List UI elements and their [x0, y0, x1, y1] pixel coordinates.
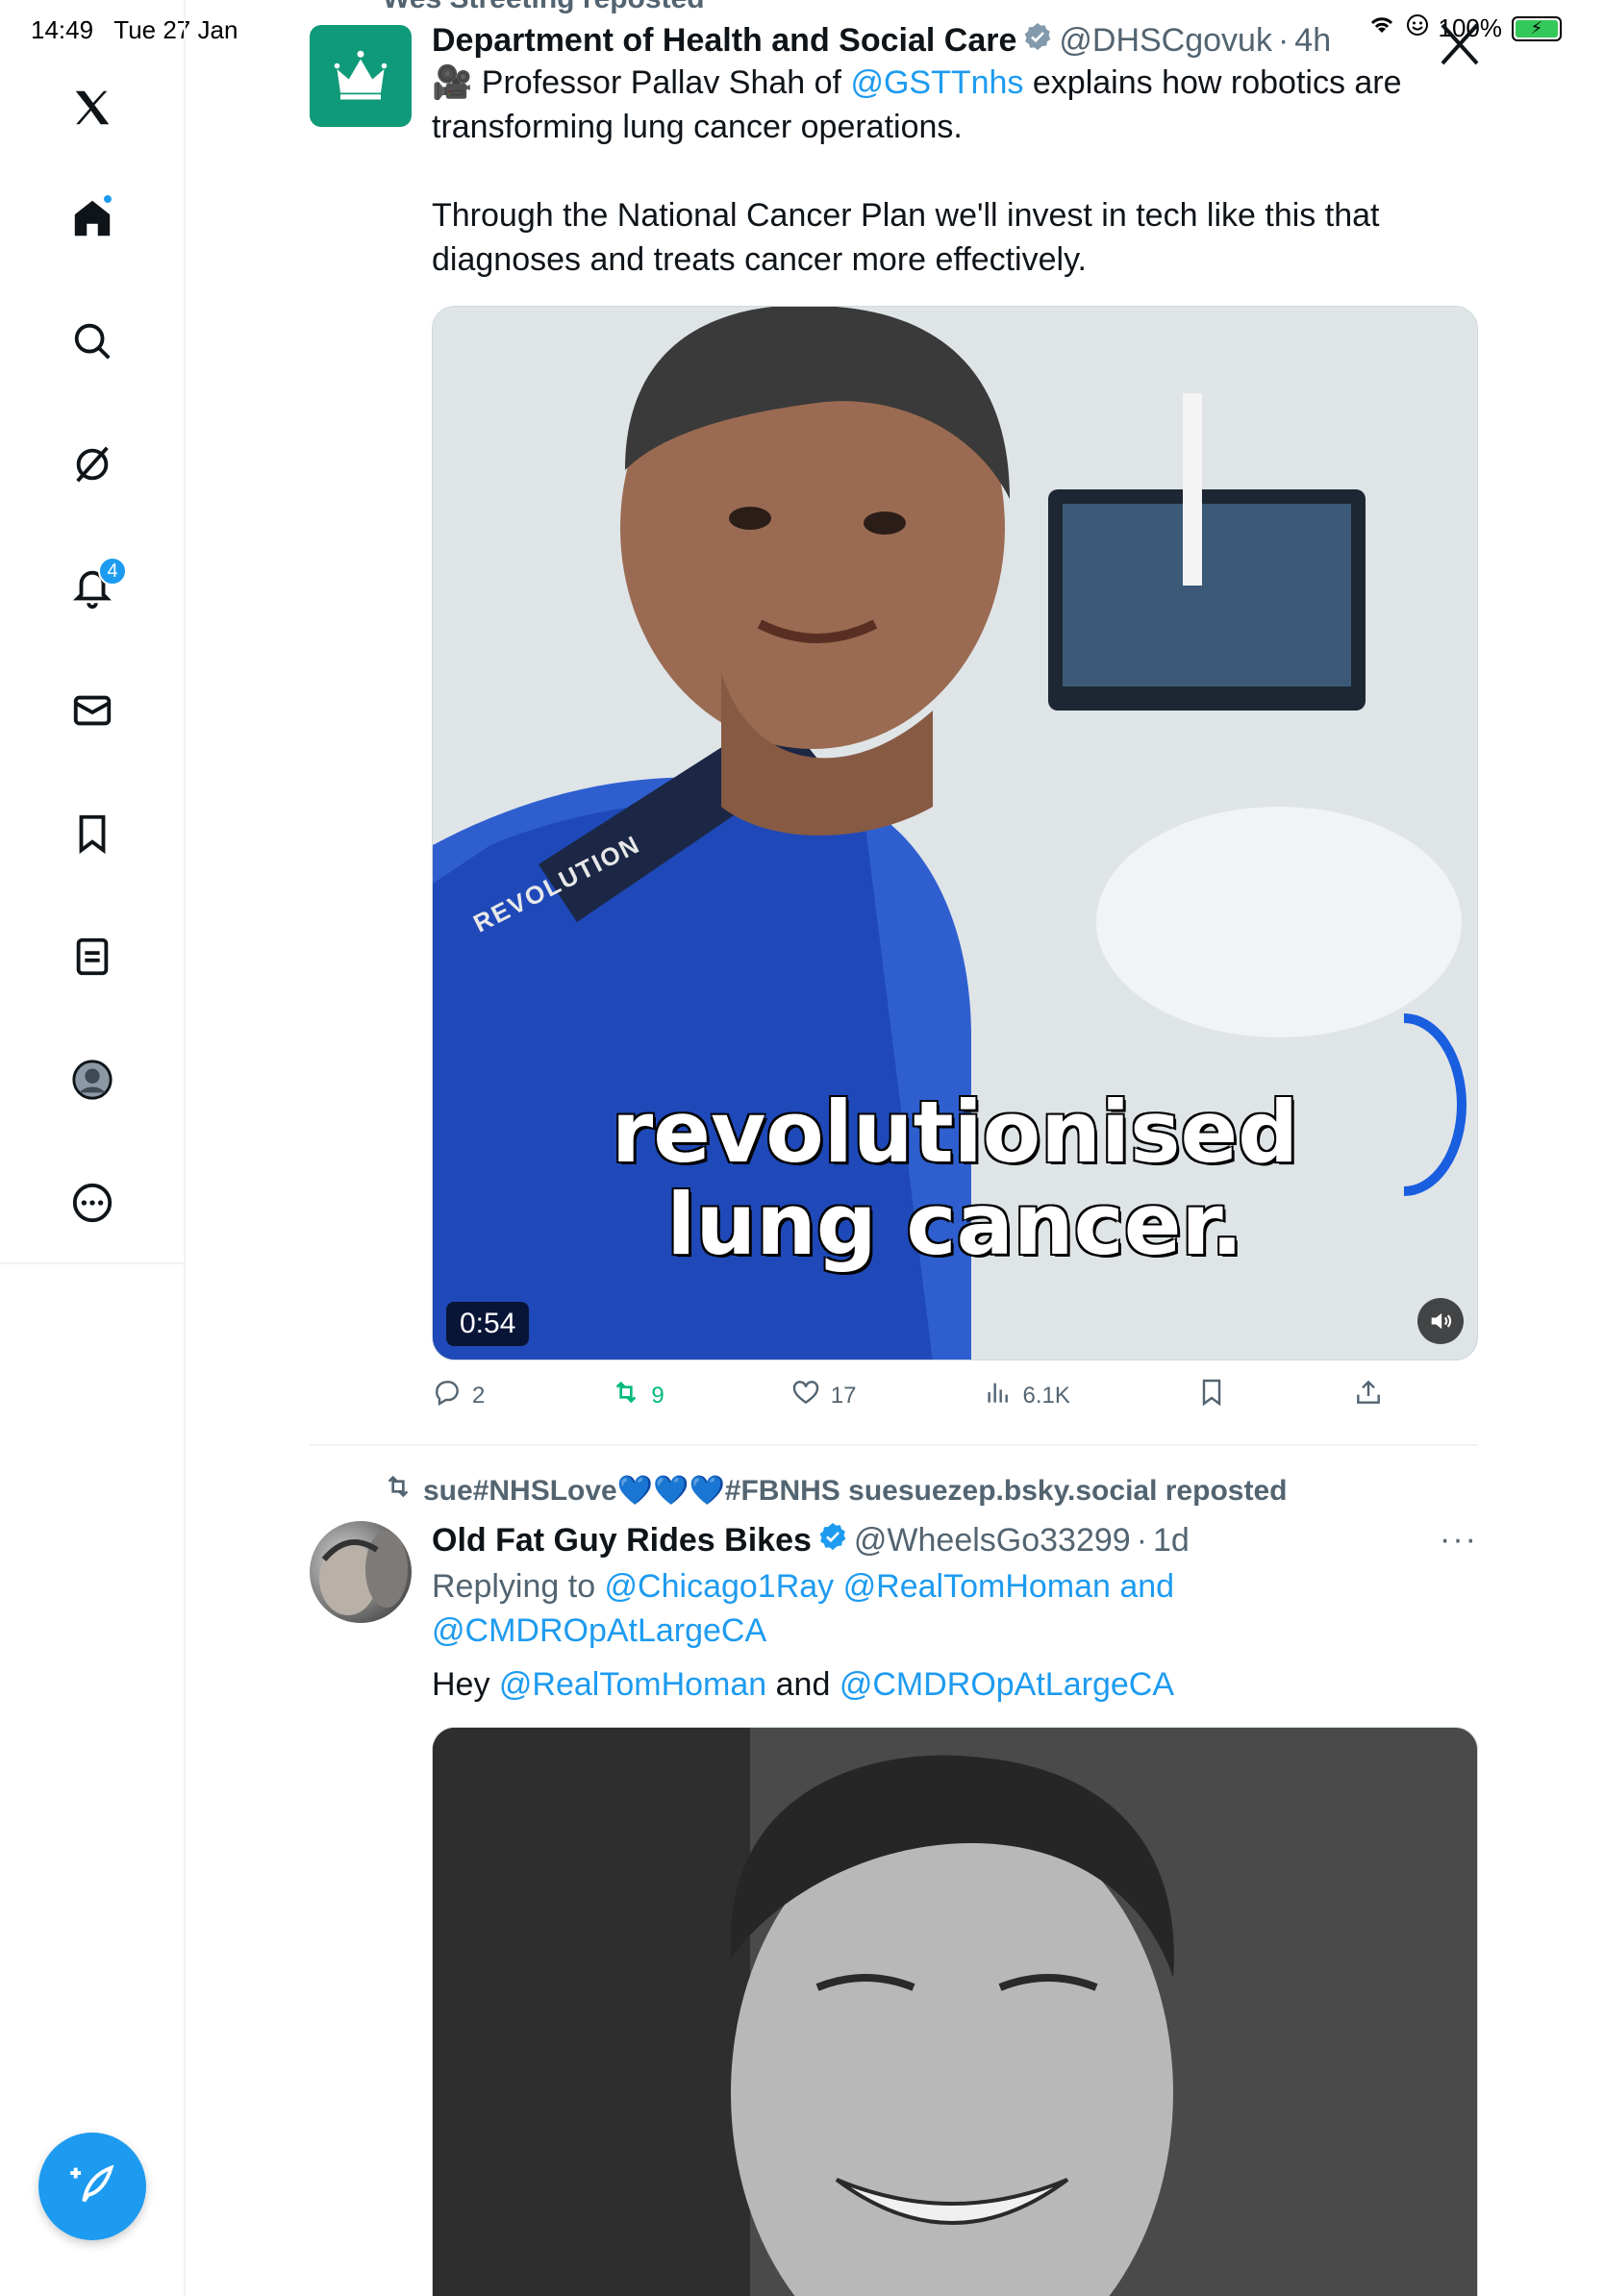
repost-button[interactable]: 9: [611, 1377, 664, 1414]
repost-context-label: Wes Streeting reposted: [383, 0, 705, 14]
home-icon[interactable]: [62, 187, 123, 249]
compose-button[interactable]: [38, 2133, 146, 2240]
repost-small-icon: [383, 1471, 414, 1510]
tweet-time[interactable]: 4h: [1294, 22, 1331, 60]
crown-icon: [334, 50, 388, 100]
avatar[interactable]: [310, 25, 412, 127]
verified-badge-icon: [1022, 21, 1053, 61]
tweet-media-image[interactable]: [432, 1727, 1478, 2296]
x-logo-icon[interactable]: [62, 77, 123, 138]
author-name[interactable]: Department of Health and Social Care: [432, 22, 1016, 60]
more-options-button[interactable]: ···: [1440, 1521, 1478, 1559]
video-caption-line2: lung cancer.: [666, 1175, 1243, 1274]
search-icon[interactable]: [62, 311, 123, 372]
mention-link[interactable]: @Chicago1Ray: [605, 1568, 835, 1605]
profile-icon[interactable]: [62, 1049, 123, 1111]
views-button[interactable]: 6.1K: [983, 1377, 1070, 1414]
author-name[interactable]: Old Fat Guy Rides Bikes: [432, 1522, 812, 1560]
sidebar-divider: [0, 1262, 186, 1264]
notifications-badge: 4: [98, 557, 127, 586]
views-count: 6.1K: [1022, 1382, 1070, 1409]
mention-link[interactable]: @CMDROpAtLargeCA: [840, 1666, 1174, 1703]
share-button[interactable]: [1353, 1377, 1384, 1414]
more-circle-icon[interactable]: [62, 1172, 123, 1234]
media-illustration: [433, 1728, 1477, 2296]
mention-link[interactable]: @RealTomHoman: [843, 1568, 1111, 1605]
lists-icon[interactable]: [62, 926, 123, 987]
like-button[interactable]: 17: [790, 1377, 857, 1414]
compose-icon: [67, 2159, 117, 2214]
replying-prefix: Replying to: [432, 1568, 605, 1605]
tweet-actions: 2 9 17 6.1K: [432, 1377, 1384, 1414]
replying-to: Replying to @Chicago1Ray @RealTomHoman a…: [432, 1564, 1478, 1653]
grok-icon[interactable]: [62, 434, 123, 495]
mail-icon[interactable]: [62, 680, 123, 741]
tweet-header: Department of Health and Social Care @DH…: [432, 21, 1478, 61]
volume-icon[interactable]: [1417, 1298, 1464, 1344]
tweet-header: Old Fat Guy Rides Bikes @WheelsGo33299 ·…: [432, 1521, 1478, 1560]
mention-link[interactable]: @GSTTnhs: [850, 64, 1023, 101]
tweet-separator: [310, 1444, 1478, 1446]
avatar[interactable]: [310, 1521, 412, 1623]
heart-icon: [790, 1377, 821, 1414]
views-icon: [983, 1377, 1014, 1414]
tweet-text-prefix: Hey: [432, 1666, 499, 1703]
tweet-body: Department of Health and Social Care @DH…: [432, 21, 1478, 282]
bookmark-button[interactable]: [1196, 1377, 1227, 1414]
avatar-photo: [319, 1531, 408, 1615]
like-count: 17: [830, 1382, 857, 1409]
video-camera-emoji: 🎥: [432, 64, 473, 101]
tweet-text-paragraph-2: Through the National Cancer Plan we'll i…: [432, 197, 1380, 278]
video-caption-line1: revolutionised: [611, 1083, 1299, 1182]
tweet-oldfatguy[interactable]: Old Fat Guy Rides Bikes @WheelsGo33299 ·…: [310, 1521, 1478, 2296]
tweet-text-and: and: [766, 1666, 840, 1703]
repost-context: Wes Streeting reposted: [383, 0, 705, 15]
repost-icon: [611, 1377, 641, 1414]
home-notification-dot: [102, 193, 113, 205]
video-duration: 0:54: [446, 1302, 530, 1346]
battery-icon: ⚡: [1512, 15, 1562, 41]
reply-button[interactable]: 2: [432, 1377, 485, 1414]
repost-context-label[interactable]: sue#NHSLove💙💙💙#FBNHS suesuezep.bsky.soci…: [423, 1474, 1287, 1508]
mention-link[interactable]: @CMDROpAtLargeCA: [432, 1612, 766, 1649]
share-icon: [1353, 1377, 1384, 1414]
dot-separator: ·: [1136, 1522, 1148, 1559]
mention-link[interactable]: @RealTomHoman: [499, 1666, 766, 1703]
tweet-text: 🎥 Professor Pallav Shah of @GSTTnhs expl…: [432, 61, 1478, 149]
tweet-body: Old Fat Guy Rides Bikes @WheelsGo33299 ·…: [432, 1521, 1478, 1707]
repost-context: sue#NHSLove💙💙💙#FBNHS suesuezep.bsky.soci…: [383, 1471, 1287, 1510]
verified-badge-icon: [817, 1521, 848, 1560]
tweet-dhsc[interactable]: Wes Streeting reposted Department of Hea…: [310, 0, 1478, 1442]
dot-separator: ·: [1277, 22, 1290, 59]
author-handle[interactable]: @DHSCgovuk: [1059, 22, 1272, 60]
tweet-time[interactable]: 1d: [1153, 1522, 1190, 1560]
tweet-text-part1: Professor Pallav Shah of: [472, 64, 851, 101]
replying-and: and: [1110, 1568, 1175, 1605]
bookmark-icon: [1196, 1377, 1227, 1414]
reply-icon: [432, 1377, 463, 1414]
bookmark-icon[interactable]: [62, 803, 123, 864]
author-handle[interactable]: @WheelsGo33299: [854, 1522, 1131, 1560]
bell-icon[interactable]: 4: [62, 557, 127, 618]
repost-count: 9: [651, 1382, 664, 1409]
sidebar: 4: [0, 0, 186, 2296]
reply-count: 2: [472, 1382, 486, 1409]
tweet-text: Hey @RealTomHoman and @CMDROpAtLargeCA: [432, 1662, 1478, 1707]
video-player[interactable]: REVOLUTION revolutionised lung cancer. 0…: [432, 306, 1478, 1360]
